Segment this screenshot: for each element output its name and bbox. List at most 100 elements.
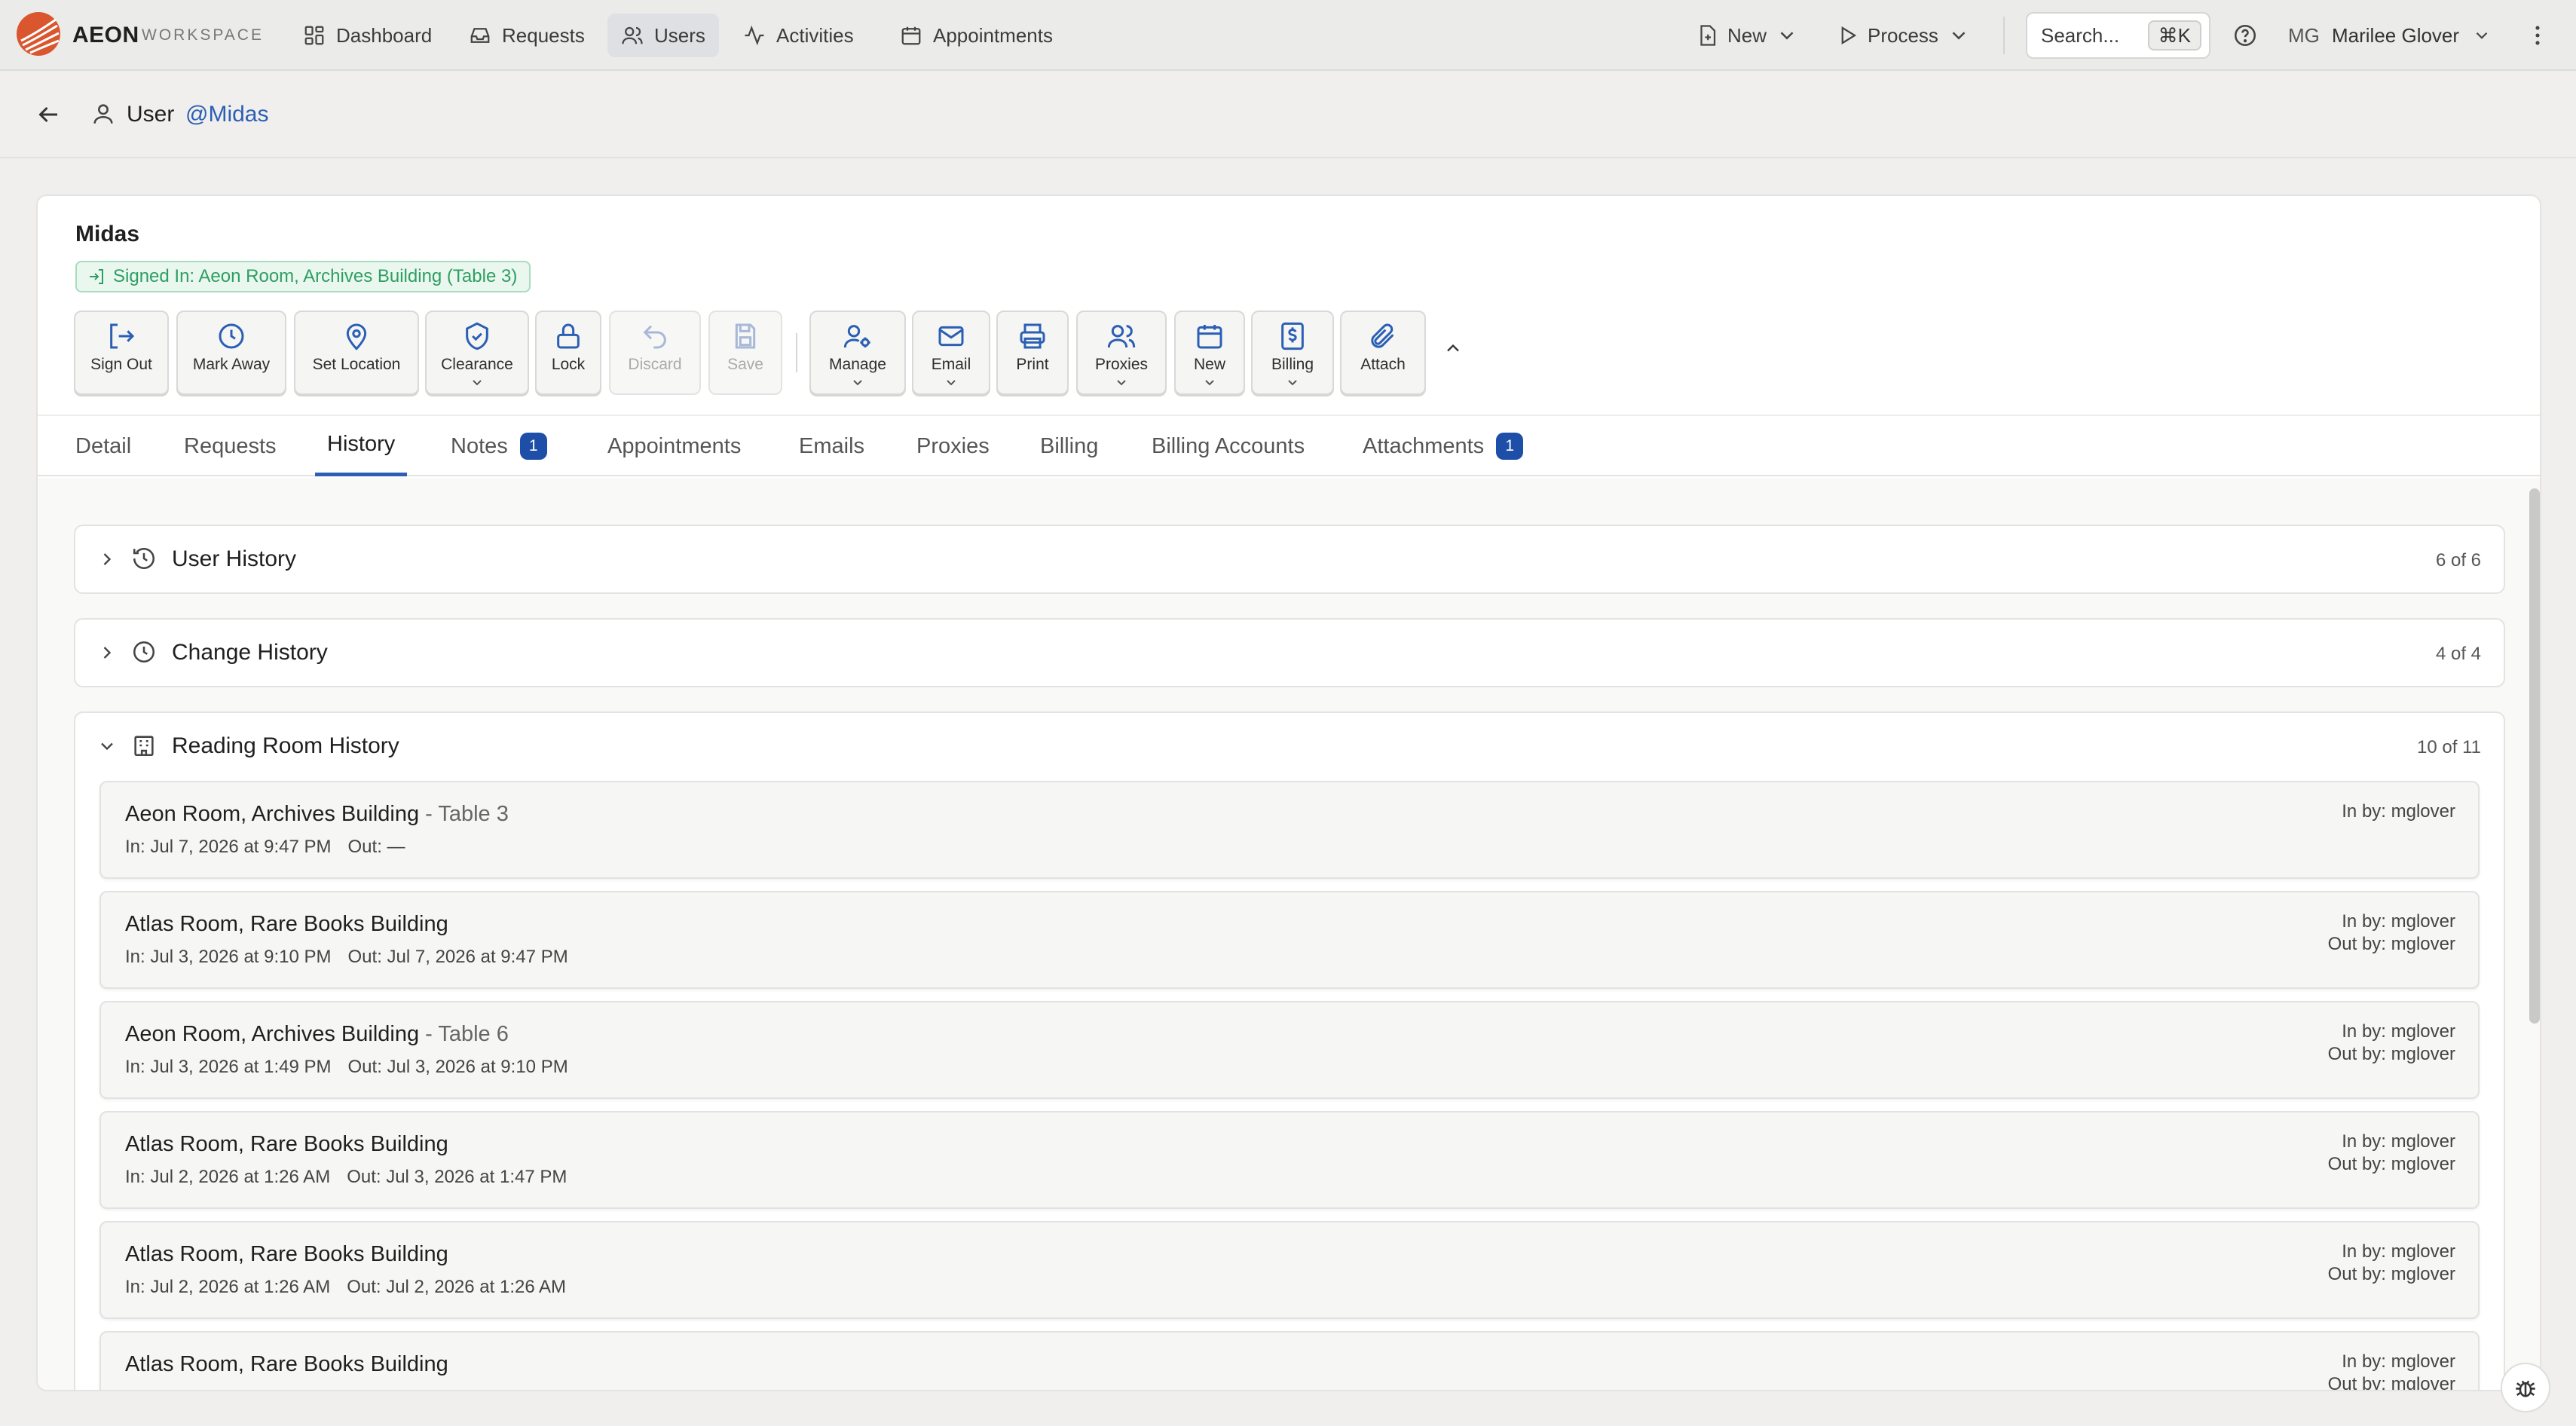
entry-in-by: In by: mglover: [2342, 801, 2455, 822]
paperclip-icon: [1371, 323, 1394, 348]
tab-label: Detail: [75, 433, 132, 458]
entry-room: Aeon Room, Archives Building: [125, 802, 420, 826]
new-menu-button[interactable]: New: [1687, 14, 1807, 57]
new-document-icon: [1700, 25, 1716, 46]
building-icon: [134, 736, 154, 757]
entry-in-by: In by: mglover: [2342, 1131, 2455, 1152]
debug-button[interactable]: [2501, 1363, 2550, 1412]
process-menu-button[interactable]: Process: [1827, 14, 1979, 57]
tab-attachments[interactable]: Attachments 1: [1351, 416, 1535, 476]
section-count: 10 of 11: [2417, 737, 2481, 757]
chevron-down-icon: [1952, 32, 1966, 40]
entry-in-time: In: Jul 2, 2026 at 1:26 AM: [125, 1277, 331, 1297]
list-item[interactable]: Aeon Room, Archives Building - Table 3 I…: [99, 781, 2480, 879]
entry-location: Atlas Room, Rare Books Building: [125, 1242, 448, 1267]
tab-label: Emails: [799, 433, 865, 458]
list-item[interactable]: Atlas Room, Rare Books Building In: Jul …: [99, 1221, 2480, 1319]
nav-item-appointments[interactable]: Appointments: [886, 14, 1066, 57]
tab-notes[interactable]: Notes 1: [439, 416, 559, 476]
search-input[interactable]: Search... ⌘K: [2026, 12, 2210, 59]
nav-item-requests[interactable]: Requests: [455, 14, 598, 57]
user-history-header[interactable]: User History 6 of 6: [75, 526, 2504, 592]
new-menu-label: New: [1727, 23, 1767, 47]
breadcrumb-user-handle[interactable]: @Midas: [185, 102, 268, 127]
users-icon: [1107, 325, 1136, 348]
discard-button[interactable]: Discard: [609, 311, 701, 395]
tab-label: Appointments: [607, 433, 742, 458]
entry-out-time: Out: Jul 3, 2026 at 1:47 PM: [347, 1167, 568, 1187]
proxies-label: Proxies: [1094, 356, 1149, 373]
more-options-icon[interactable]: [2525, 23, 2550, 48]
tab-label: Proxies: [916, 433, 990, 458]
reading-room-history-header[interactable]: Reading Room History 10 of 11: [75, 713, 2504, 779]
entry-in-time: In: Jul 3, 2026 at 9:10 PM: [125, 947, 332, 967]
scrollbar[interactable]: [2529, 488, 2540, 1024]
entry-staff: In by: mglover Out by: mglover: [2328, 910, 2455, 956]
lock-label: Lock: [551, 356, 586, 373]
tab-history[interactable]: History: [315, 416, 408, 476]
clearance-menu-button[interactable]: Clearance: [425, 311, 529, 395]
tab-requests[interactable]: Requests: [172, 416, 289, 476]
entry-out-time: Out: Jul 2, 2026 at 1:26 AM: [347, 1277, 567, 1297]
lock-button[interactable]: Lock: [535, 311, 601, 395]
tab-detail[interactable]: Detail: [63, 416, 143, 476]
billing-menu-button[interactable]: Billing: [1251, 311, 1334, 395]
list-item[interactable]: Atlas Room, Rare Books Building In: Jul …: [99, 1111, 2480, 1209]
record-tabs: Detail Requests History Notes 1 Appointme…: [38, 415, 2540, 476]
list-item[interactable]: Atlas Room, Rare Books Building In by: m…: [99, 1331, 2480, 1391]
tab-label: History: [327, 432, 396, 456]
entry-in-by: In by: mglover: [2342, 1351, 2455, 1372]
entry-location: Atlas Room, Rare Books Building: [125, 1352, 448, 1377]
list-item[interactable]: Atlas Room, Rare Books Building In: Jul …: [99, 891, 2480, 989]
entry-in-by: In by: mglover: [2342, 911, 2455, 932]
proxies-menu-button[interactable]: Proxies: [1076, 311, 1167, 395]
tab-billing-accounts[interactable]: Billing Accounts: [1140, 416, 1317, 476]
chevron-down-icon[interactable]: [2472, 26, 2492, 45]
nav-item-label: Requests: [502, 23, 585, 47]
chevron-up-icon[interactable]: [1442, 338, 1464, 359]
new-menu-toolbar-button[interactable]: New: [1174, 311, 1245, 395]
sign-out-button[interactable]: Sign Out: [74, 311, 169, 395]
mark-away-label: Mark Away: [192, 356, 271, 373]
tab-proxies[interactable]: Proxies: [904, 416, 1002, 476]
shield-check-icon: [466, 322, 488, 350]
change-history-section: Change History 4 of 4: [74, 618, 2505, 687]
aeon-logo-icon[interactable]: [15, 11, 62, 57]
avatar[interactable]: MG: [2288, 24, 2320, 47]
chevron-down-icon: [101, 742, 113, 751]
entry-in-time: In: Jul 3, 2026 at 1:49 PM: [125, 1057, 332, 1077]
nav-item-activities[interactable]: Activities: [730, 14, 867, 57]
tab-billing[interactable]: Billing: [1028, 416, 1110, 476]
nav-item-dashboard[interactable]: Dashboard: [289, 14, 445, 57]
manage-menu-button[interactable]: Manage: [809, 311, 906, 395]
entry-times: In: Jul 3, 2026 at 1:49 PM Out: Jul 3, 20…: [125, 1057, 568, 1078]
tab-emails[interactable]: Emails: [787, 416, 877, 476]
entry-in-by: In by: mglover: [2342, 1241, 2455, 1262]
help-icon[interactable]: [2232, 23, 2258, 48]
tab-appointments[interactable]: Appointments: [595, 416, 753, 476]
back-arrow-icon[interactable]: [35, 101, 62, 128]
email-menu-button[interactable]: Email: [912, 311, 990, 395]
save-button[interactable]: Save: [708, 311, 782, 395]
nav-item-users[interactable]: Users: [607, 14, 719, 57]
nav-item-label: Activities: [776, 23, 854, 47]
clock-icon: [133, 641, 155, 663]
entry-in-time: In: Jul 2, 2026 at 1:26 AM: [125, 1167, 331, 1187]
user-gear-icon: [843, 325, 870, 348]
set-location-button[interactable]: Set Location: [294, 311, 419, 395]
print-button[interactable]: Print: [996, 311, 1069, 395]
change-history-header[interactable]: Change History 4 of 4: [75, 620, 2504, 686]
section-count: 6 of 6: [2435, 550, 2481, 571]
manage-label: Manage: [829, 356, 886, 373]
entry-times: In: Jul 2, 2026 at 1:26 AM Out: Jul 2, 20…: [125, 1277, 566, 1298]
entry-out-by: Out by: mglover: [2327, 1374, 2455, 1391]
entry-times: In: Jul 7, 2026 at 9:47 PM Out: —: [125, 837, 405, 858]
list-item[interactable]: Aeon Room, Archives Building - Table 6 I…: [99, 1001, 2480, 1099]
section-title: Change History: [172, 640, 328, 665]
nav-item-label: Dashboard: [336, 23, 433, 47]
user-menu-name[interactable]: Marilee Glover: [2332, 24, 2459, 47]
mark-away-button[interactable]: Mark Away: [176, 311, 286, 395]
reading-room-history-section: Reading Room History 10 of 11 Aeon Room,…: [74, 711, 2505, 1391]
undo-icon: [643, 325, 666, 349]
attach-button[interactable]: Attach: [1340, 311, 1426, 395]
